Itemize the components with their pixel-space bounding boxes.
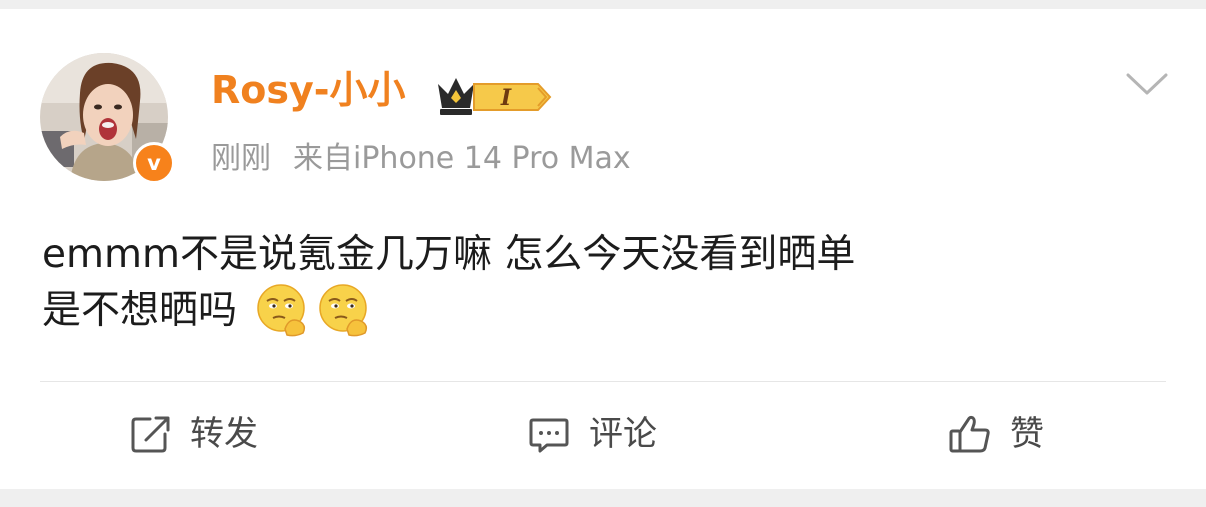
like-label: 赞 [1010, 414, 1044, 454]
post-content: emmm不是说氪金几万嘛 怎么今天没看到晒单 是不想晒吗 [42, 227, 1162, 339]
crown-icon[interactable]: I [434, 72, 554, 118]
repost-label: 转发 [190, 414, 258, 454]
doubt-thinking-emoji-icon [257, 283, 306, 336]
post-source[interactable]: 来自iPhone 14 Pro Max [293, 141, 631, 176]
comment-button[interactable]: 评论 [527, 404, 657, 464]
post-time: 刚刚 [211, 141, 271, 176]
weibo-post-card: v Rosy-小小 I 刚刚 来自iPhone 14 Pro Max emmm不是… [0, 9, 1206, 489]
share-square-icon [131, 416, 170, 453]
member-level-text: I [500, 85, 512, 111]
post-meta: 刚刚 来自iPhone 14 Pro Max [211, 137, 631, 181]
comment-label: 评论 [589, 414, 657, 454]
verified-badge-icon: v [133, 142, 175, 184]
repost-button[interactable]: 转发 [128, 404, 258, 464]
chevron-down-icon[interactable] [1124, 69, 1170, 99]
doubt-thinking-emoji-icon [319, 283, 368, 336]
thumbs-up-icon [949, 415, 990, 453]
post-text-line-2: 是不想晒吗 [42, 288, 238, 333]
avatar-container[interactable]: v [40, 53, 175, 184]
post-text-line-2-wrap: 是不想晒吗 [42, 283, 1162, 339]
divider [40, 381, 1166, 382]
post-text-line-1: emmm不是说氪金几万嘛 怎么今天没看到晒单 [42, 232, 856, 277]
username[interactable]: Rosy-小小 [211, 65, 406, 115]
comment-bubble-icon [529, 418, 569, 453]
like-button[interactable]: 赞 [948, 404, 1044, 464]
